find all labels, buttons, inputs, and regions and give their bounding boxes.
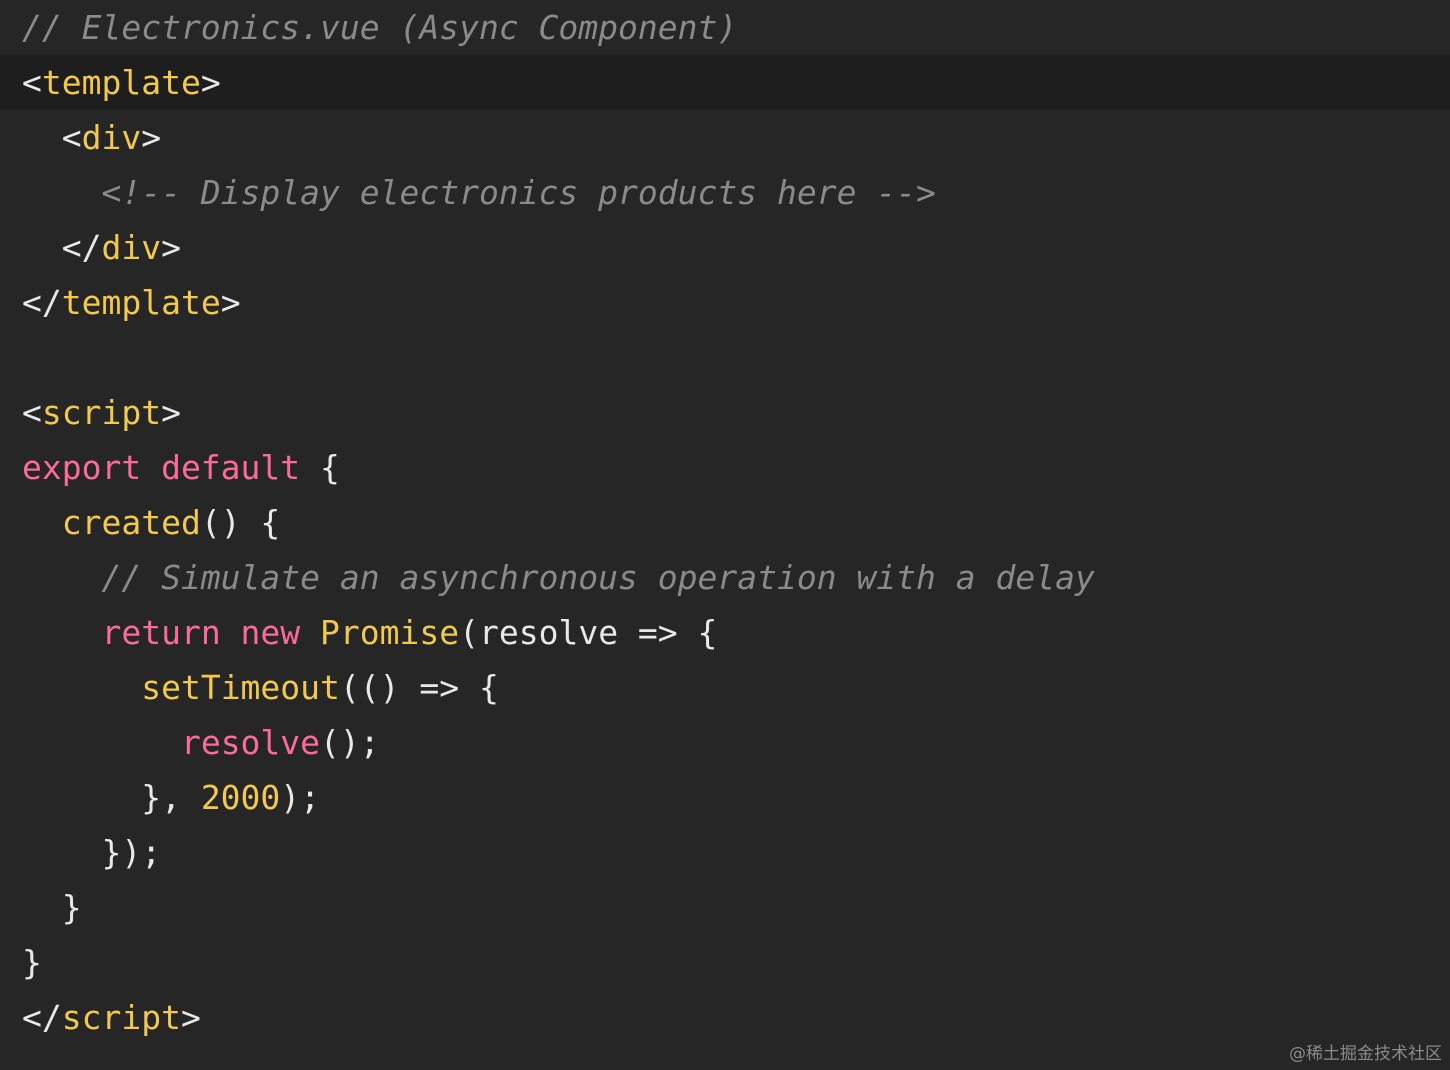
code-line[interactable]: </script> xyxy=(0,990,1450,1045)
code-token-default: < xyxy=(22,118,82,157)
code-token-default: > xyxy=(161,393,181,432)
code-token-default: ); xyxy=(280,778,321,817)
code-line[interactable]: } xyxy=(0,880,1450,935)
code-token-comment: // Simulate an asynchronous operation wi… xyxy=(22,558,1095,597)
code-token-tag: script xyxy=(41,393,162,432)
code-token-default: (() => { xyxy=(339,668,499,707)
code-token-default xyxy=(300,613,320,652)
code-token-default: }); xyxy=(22,833,162,872)
code-token-default: </ xyxy=(22,228,102,267)
code-token-function: setTimeout xyxy=(141,668,340,707)
code-line[interactable]: <div> xyxy=(0,110,1450,165)
code-token-default xyxy=(22,503,62,542)
code-token-default: { xyxy=(300,448,340,487)
code-line[interactable]: <script> xyxy=(0,385,1450,440)
code-token-default xyxy=(22,668,141,707)
code-line[interactable]: } xyxy=(0,935,1450,990)
code-token-default: (); xyxy=(320,723,380,762)
code-token-default: > xyxy=(220,283,241,322)
code-token-default: </ xyxy=(22,998,62,1037)
code-token-function: Promise xyxy=(320,613,460,652)
code-token-default xyxy=(22,613,101,652)
code-line[interactable]: setTimeout(() => { xyxy=(0,660,1450,715)
code-token-default: > xyxy=(141,118,162,157)
code-token-default: (resolve => { xyxy=(459,613,718,652)
code-line[interactable]: export default { xyxy=(0,440,1450,495)
code-line[interactable]: // Electronics.vue (Async Component) xyxy=(0,0,1450,55)
code-token-tag: div xyxy=(81,118,142,157)
code-token-default: () { xyxy=(200,503,281,542)
code-token-keyword: export default xyxy=(22,448,301,487)
code-token-function: created xyxy=(61,503,201,542)
code-token-default xyxy=(22,723,181,762)
code-editor[interactable]: // Electronics.vue (Async Component) <tem… xyxy=(0,0,1450,1070)
code-token-comment: <!-- Display electronics products here -… xyxy=(22,173,936,212)
code-line[interactable] xyxy=(0,330,1450,385)
code-token-comment: // Electronics.vue (Async Component) xyxy=(22,8,738,47)
code-line[interactable]: <!-- Display electronics products here -… xyxy=(0,165,1450,220)
watermark: @稀土掘金技术社区 xyxy=(1289,1044,1442,1064)
code-token-tag: div xyxy=(101,228,162,267)
code-token-default: </ xyxy=(22,283,62,322)
code-token-default: }, xyxy=(22,778,201,817)
code-line[interactable]: created() { xyxy=(0,495,1450,550)
code-token-tag: template xyxy=(41,63,201,102)
code-line[interactable]: }, 2000); xyxy=(0,770,1450,825)
code-line[interactable]: </template> xyxy=(0,275,1450,330)
code-token-keyword: return new xyxy=(101,613,301,652)
code-token-tag: template xyxy=(61,283,221,322)
code-line[interactable]: }); xyxy=(0,825,1450,880)
code-line[interactable]: // Simulate an asynchronous operation wi… xyxy=(0,550,1450,605)
code-line[interactable]: resolve(); xyxy=(0,715,1450,770)
code-token-default: > xyxy=(180,998,201,1037)
code-token-tag: script xyxy=(61,998,181,1037)
code-token-default: } xyxy=(22,943,42,982)
code-line[interactable]: return new Promise(resolve => { xyxy=(0,605,1450,660)
code-token-default: } xyxy=(22,888,82,927)
code-token-default: < xyxy=(22,393,42,432)
code-token-keyword: resolve xyxy=(180,723,321,762)
code-token-default: > xyxy=(161,228,181,267)
code-line[interactable]: <template> xyxy=(0,55,1450,110)
code-token-default: > xyxy=(200,63,221,102)
code-token-default: < xyxy=(22,63,42,102)
code-line[interactable]: </div> xyxy=(0,220,1450,275)
code-token-number: 2000 xyxy=(200,778,281,817)
